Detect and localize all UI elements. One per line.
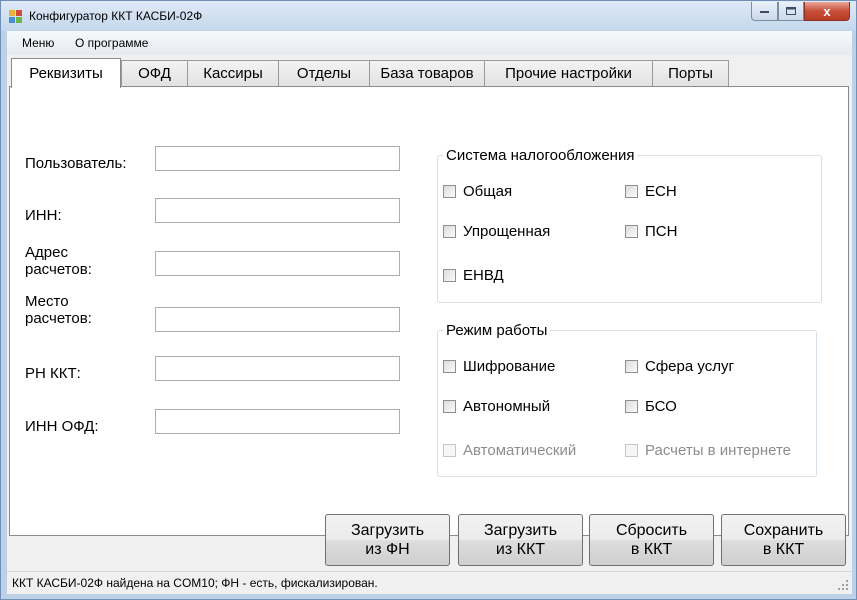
status-text: ККТ КАСБИ-02Ф найдена на COM10; ФН - ест…: [12, 576, 378, 590]
checkbox-box: [625, 444, 638, 457]
close-button[interactable]: x: [804, 2, 850, 21]
minimize-icon: [760, 11, 769, 13]
ofd-inn-field[interactable]: [155, 409, 400, 434]
tab-departments[interactable]: Отделы: [278, 60, 370, 86]
settlement-address-label: Адрес расчетов:: [25, 244, 92, 278]
close-icon: x: [823, 3, 831, 19]
inn-field[interactable]: [155, 198, 400, 223]
menu-bar: Меню О программе: [7, 31, 852, 55]
menu-item-menu[interactable]: Меню: [22, 36, 54, 50]
checkbox-label: БСО: [645, 398, 677, 415]
checkbox-box: [443, 444, 456, 457]
tab-label: Реквизиты: [29, 65, 103, 82]
checkbox-label: Упрощенная: [463, 223, 551, 240]
app-window: Конфигуратор ККТ КАСБИ-02Ф x Меню О прог…: [0, 0, 857, 600]
tab-other-settings[interactable]: Прочие настройки: [484, 60, 653, 86]
load-from-fn-button[interactable]: Загрузить из ФН: [325, 514, 450, 566]
tax-psn-checkbox[interactable]: ПСН: [625, 223, 677, 240]
save-to-kkt-button[interactable]: Сохранить в ККТ: [721, 514, 846, 566]
tab-label: ОФД: [138, 65, 171, 82]
button-line: в ККТ: [630, 541, 673, 558]
label-line: расчетов:: [25, 310, 92, 327]
settlement-address-field[interactable]: [155, 251, 400, 276]
title-bar[interactable]: Конфигуратор ККТ КАСБИ-02Ф x: [1, 1, 856, 31]
checkbox-box[interactable]: [625, 185, 638, 198]
label-line: расчетов:: [25, 261, 92, 278]
maximize-button[interactable]: [778, 2, 804, 21]
status-bar: ККТ КАСБИ-02Ф найдена на COM10; ФН - ест…: [7, 571, 852, 594]
button-line: Загрузить: [483, 522, 558, 539]
settlement-place-field[interactable]: [155, 307, 400, 332]
checkbox-box[interactable]: [443, 225, 456, 238]
load-from-kkt-button[interactable]: Загрузить из ККТ: [458, 514, 583, 566]
settlement-place-label: Место расчетов:: [25, 293, 92, 327]
checkbox-label: Расчеты в интернете: [645, 442, 792, 459]
tax-envd-checkbox[interactable]: ЕНВД: [443, 267, 504, 284]
reset-to-kkt-button[interactable]: Сбросить в ККТ: [589, 514, 714, 566]
kkt-reg-number-label: РН ККТ:: [25, 365, 81, 382]
checkbox-box[interactable]: [625, 400, 638, 413]
tab-panel-requisites: Пользователь: ИНН: Адрес расчетов: Место…: [9, 86, 849, 536]
tab-ports[interactable]: Порты: [652, 60, 729, 86]
tax-esn-checkbox[interactable]: ЕСН: [625, 183, 677, 200]
kkt-reg-number-field[interactable]: [155, 356, 400, 381]
resize-grip-icon[interactable]: [837, 579, 849, 591]
tab-requisites[interactable]: Реквизиты: [11, 58, 121, 88]
button-line: из ККТ: [495, 541, 546, 558]
checkbox-box[interactable]: [443, 360, 456, 373]
checkbox-label: Автоматический: [463, 442, 577, 459]
tax-general-checkbox[interactable]: Общая: [443, 183, 512, 200]
tab-cashiers[interactable]: Кассиры: [187, 60, 279, 86]
checkbox-label: ПСН: [645, 223, 678, 240]
checkbox-box[interactable]: [443, 400, 456, 413]
app-icon: [9, 10, 22, 23]
mode-autonomous-checkbox[interactable]: Автономный: [443, 398, 550, 415]
mode-automatic-checkbox: Автоматический: [443, 442, 576, 459]
button-line: из ФН: [365, 541, 410, 558]
tab-label: Прочие настройки: [505, 65, 632, 82]
tab-label: Кассиры: [203, 65, 263, 82]
label-line: Место: [25, 293, 69, 310]
label-line: Адрес: [25, 244, 68, 261]
checkbox-box[interactable]: [443, 185, 456, 198]
checkbox-label: ЕНВД: [463, 267, 504, 284]
mode-encryption-checkbox[interactable]: Шифрование: [443, 358, 555, 375]
user-field[interactable]: [155, 146, 400, 171]
tax-simplified-checkbox[interactable]: Упрощенная: [443, 223, 550, 240]
checkbox-box[interactable]: [443, 269, 456, 282]
user-label: Пользователь:: [25, 155, 127, 172]
tab-ofd[interactable]: ОФД: [121, 60, 188, 86]
menu-item-about[interactable]: О программе: [75, 36, 148, 50]
checkbox-label: Шифрование: [463, 358, 556, 375]
checkbox-label: Общая: [463, 183, 513, 200]
button-line: Загрузить: [350, 522, 425, 539]
checkbox-box[interactable]: [625, 225, 638, 238]
checkbox-label: Автономный: [463, 398, 551, 415]
checkbox-label: Сфера услуг: [645, 358, 734, 375]
ofd-inn-label: ИНН ОФД:: [25, 418, 99, 435]
client-area: Меню О программе Реквизиты ОФД Кассиры О…: [7, 31, 852, 594]
mode-services-checkbox[interactable]: Сфера услуг: [625, 358, 734, 375]
inn-label: ИНН:: [25, 207, 62, 224]
tax-system-title: Система налогообложения: [443, 147, 638, 164]
tab-goods-base[interactable]: База товаров: [369, 60, 485, 86]
mode-internet-checkbox: Расчеты в интернете: [625, 442, 791, 459]
minimize-button[interactable]: [751, 2, 778, 21]
mode-bso-checkbox[interactable]: БСО: [625, 398, 677, 415]
checkbox-box[interactable]: [625, 360, 638, 373]
button-line: Сохранить: [743, 522, 824, 539]
tab-label: База товаров: [380, 65, 474, 82]
tab-label: Порты: [668, 65, 713, 82]
window-title: Конфигуратор ККТ КАСБИ-02Ф: [29, 9, 203, 23]
button-line: Сбросить: [615, 522, 688, 539]
work-mode-title: Режим работы: [443, 322, 551, 339]
tab-label: Отделы: [296, 65, 352, 82]
maximize-icon: [786, 7, 796, 15]
checkbox-label: ЕСН: [645, 183, 677, 200]
button-line: в ККТ: [762, 541, 805, 558]
